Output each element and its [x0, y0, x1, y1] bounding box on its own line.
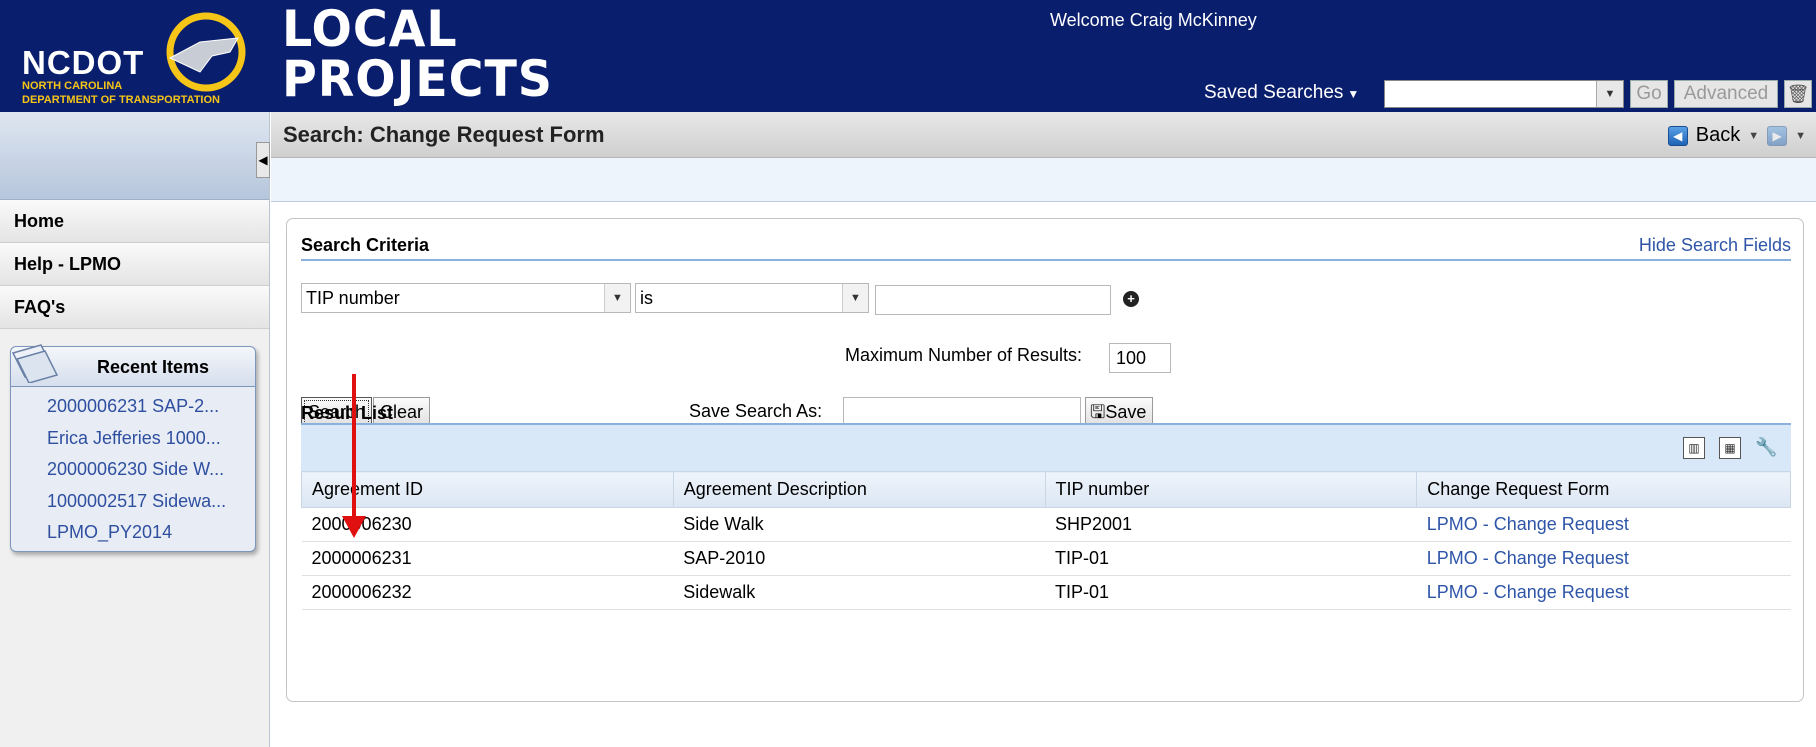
saved-searches-menu[interactable]: Saved Searches ▼ [1204, 82, 1359, 104]
search-panel: Search Criteria Hide Search Fields TIP n… [286, 218, 1804, 702]
operator-value: is [640, 288, 653, 308]
ncdot-logo[interactable]: NCDOT NORTH CAROLINA DEPARTMENT OF TRANS… [0, 0, 272, 112]
saved-search-select[interactable] [1384, 80, 1624, 108]
welcome-text: Welcome Craig McKinney [1050, 10, 1257, 30]
recent-item[interactable]: 1000002517 Sidewa... [47, 486, 247, 518]
result-toolbar-icons: ▥ ▦ 🔧 [1683, 437, 1777, 459]
cell-agreement-description: SAP-2010 [673, 541, 1045, 576]
chart-icon[interactable]: ▥ [1683, 437, 1705, 459]
sidebar: ◀ Home Help - LPMO FAQ's Recent Items 20… [0, 112, 270, 747]
operator-select[interactable]: is ▼ [635, 283, 869, 313]
cell-agreement-id: 2000006232 [301, 575, 674, 610]
sidebar-item-faqs[interactable]: FAQ's [0, 286, 269, 329]
sidebar-item-help-lpmo[interactable]: Help - LPMO [0, 243, 269, 286]
max-results-input[interactable]: 100 [1109, 343, 1171, 373]
app-header: NCDOT NORTH CAROLINA DEPARTMENT OF TRANS… [0, 0, 1816, 112]
max-results-label: Maximum Number of Results: [845, 345, 1083, 365]
recent-items-panel: Recent Items 2000006231 SAP-2... Erica J… [10, 344, 256, 552]
back-arrow-icon[interactable]: ◀ [1667, 125, 1688, 146]
chevron-down-icon[interactable]: ▼ [1596, 81, 1623, 107]
collapse-sidebar-icon[interactable]: ◀ [256, 142, 270, 178]
forward-arrow-icon[interactable]: ▶ [1767, 125, 1788, 146]
hide-search-fields-link[interactable]: Hide Search Fields [1639, 231, 1791, 259]
app-title-line2: PROJECTS [282, 50, 553, 108]
change-request-link[interactable]: LPMO - Change Request [1416, 541, 1791, 576]
cell-tip-number: TIP-01 [1045, 575, 1417, 610]
chevron-down-icon[interactable]: ▼ [1795, 130, 1806, 142]
back-button[interactable]: Back [1696, 124, 1740, 147]
sub-toolbar [271, 158, 1816, 202]
result-list-title: Result List [301, 403, 394, 423]
search-field-select[interactable]: TIP number ▼ [301, 283, 631, 313]
recent-items-header: Recent Items [11, 344, 255, 387]
app-title: LOCAL PROJECTS [282, 4, 553, 104]
result-table: Agreement ID Agreement Description TIP n… [301, 471, 1791, 610]
search-criteria-header: Search Criteria Hide Search Fields [301, 231, 1791, 261]
page-title: Search: Change Request Form [283, 122, 605, 147]
go-button[interactable]: Go [1630, 80, 1668, 108]
cell-agreement-description: Sidewalk [673, 575, 1045, 610]
settings-wrench-icon[interactable]: 🔧 [1755, 437, 1777, 459]
search-value-input[interactable] [875, 285, 1111, 315]
trash-icon[interactable]: 🗑 [1784, 80, 1812, 108]
page-titlebar: Search: Change Request Form ◀ Back ▼ ▶ ▼ [271, 112, 1816, 158]
search-criteria-title: Search Criteria [301, 235, 430, 255]
chevron-down-icon: ▼ [842, 284, 868, 312]
logo-text: NCDOT [22, 44, 145, 81]
sidebar-item-home[interactable]: Home [0, 200, 269, 243]
recent-items-list: 2000006231 SAP-2... Erica Jefferies 1000… [11, 387, 255, 549]
cell-agreement-id: 2000006231 [301, 541, 674, 576]
add-criteria-icon[interactable]: + [1123, 291, 1139, 307]
ncdot-emblem-icon [166, 12, 246, 92]
chevron-down-icon: ▼ [604, 284, 630, 312]
search-field-value: TIP number [306, 288, 400, 308]
column-header-agreement-id[interactable]: Agreement ID [301, 471, 674, 508]
column-header-tip-number[interactable]: TIP number [1044, 471, 1418, 508]
cell-tip-number: SHP2001 [1045, 507, 1417, 542]
saved-searches-label: Saved Searches [1204, 82, 1344, 103]
table-row: 2000006231 SAP-2010 TIP-01 LPMO - Change… [301, 541, 1791, 576]
result-toolbar: ▥ ▦ 🔧 [301, 423, 1791, 471]
chevron-down-icon[interactable]: ▼ [1748, 130, 1759, 142]
annotation-arrow-head-icon [342, 516, 366, 538]
column-header-change-request-form[interactable]: Change Request Form [1416, 471, 1791, 508]
annotation-arrow-line [352, 374, 356, 522]
export-excel-icon[interactable]: ▦ [1719, 437, 1741, 459]
logo-subtitle-state: NORTH CAROLINA [22, 80, 123, 92]
recent-item[interactable]: LPMO_PY2014 [47, 517, 247, 549]
table-row: 2000006232 Sidewalk TIP-01 LPMO - Change… [301, 575, 1791, 610]
recent-item[interactable]: Erica Jefferies 1000... [47, 423, 247, 455]
documents-icon [11, 344, 59, 383]
change-request-link[interactable]: LPMO - Change Request [1416, 507, 1791, 542]
logo-subtitle-dept: DEPARTMENT OF TRANSPORTATION [22, 94, 220, 106]
sidebar-top: ◀ [0, 112, 270, 200]
change-request-link[interactable]: LPMO - Change Request [1416, 575, 1791, 610]
table-row: 2000006230 Side Walk SHP2001 LPMO - Chan… [301, 507, 1791, 542]
recent-items-title: Recent Items [96, 357, 210, 377]
advanced-button[interactable]: Advanced [1674, 80, 1778, 108]
recent-item[interactable]: 2000006231 SAP-2... [47, 391, 247, 423]
cell-tip-number: TIP-01 [1045, 541, 1417, 576]
table-header-row: Agreement ID Agreement Description TIP n… [301, 471, 1791, 508]
chevron-down-icon: ▼ [1347, 87, 1360, 101]
column-header-agreement-description[interactable]: Agreement Description [672, 471, 1046, 508]
history-nav: ◀ Back ▼ ▶ ▼ [1667, 124, 1806, 147]
app-title-line1: LOCAL [282, 0, 458, 58]
cell-agreement-description: Side Walk [673, 507, 1045, 542]
recent-item[interactable]: 2000006230 Side W... [47, 454, 247, 486]
